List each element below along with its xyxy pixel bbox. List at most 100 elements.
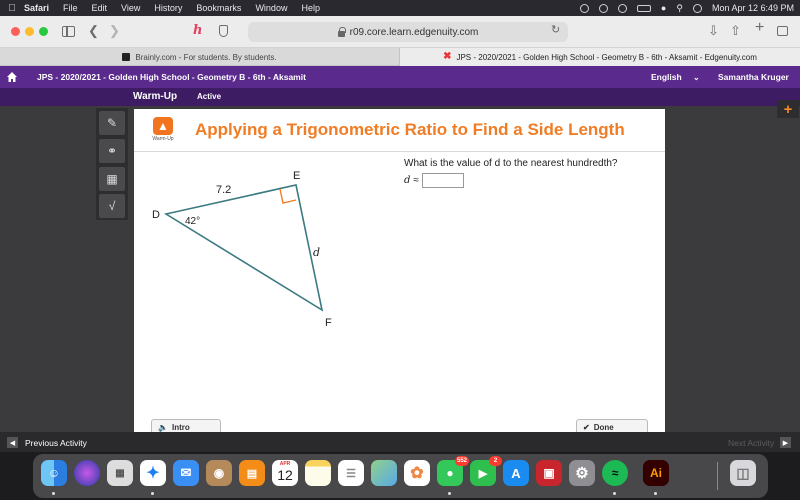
play-icon[interactable]: [598, 3, 608, 13]
menu-help[interactable]: Help: [301, 3, 320, 13]
running-indicator: [448, 492, 451, 495]
pencil-icon[interactable]: ✎: [99, 111, 125, 135]
calendar-day: 12: [277, 467, 293, 483]
dock: ☺ ▦ ✦ ✉ ◉ ▤ APR 12 ☰ ✿ ● 552 ▶ 2 A ▣ ⚙ ≈…: [33, 454, 768, 498]
url-text: r09.core.learn.edgenuity.com: [349, 26, 479, 38]
plus-icon[interactable]: +: [777, 100, 799, 118]
notes-icon[interactable]: [305, 460, 331, 486]
contacts-icon[interactable]: ◉: [206, 460, 232, 486]
menu-bar:  Safari File Edit View History Bookmark…: [0, 0, 800, 16]
intro-button[interactable]: 🔈 Intro: [151, 419, 221, 433]
messages-badge: 552: [454, 456, 469, 466]
lock-icon: [337, 26, 346, 37]
next-arrow-icon[interactable]: ▶: [780, 437, 791, 448]
tab-brainly[interactable]: Brainly.com - For students. By students.: [0, 48, 400, 66]
headphones-icon[interactable]: ⚭: [99, 139, 125, 163]
messages-icon[interactable]: ● 552: [437, 456, 469, 486]
honey-extension-icon[interactable]: h: [193, 24, 202, 38]
dock-separator: [717, 462, 718, 490]
minimize-window-button[interactable]: [25, 27, 34, 36]
calculator-icon[interactable]: ▦: [99, 167, 125, 191]
menu-view[interactable]: View: [121, 3, 140, 13]
menu-app-safari[interactable]: Safari: [24, 3, 49, 13]
flame-icon: ▲: [153, 117, 173, 135]
trash-icon[interactable]: ◫: [730, 460, 756, 486]
new-tab-icon[interactable]: +: [755, 20, 764, 36]
spotify-icon[interactable]: ≈: [602, 460, 628, 486]
status-icon[interactable]: [579, 3, 589, 13]
system-preferences-icon[interactable]: ⚙: [569, 460, 595, 486]
chevron-down-icon[interactable]: ⌄: [693, 73, 700, 82]
triangle-diagram: D E F 7.2 d 42°: [152, 170, 332, 329]
warmup-logo: ▲ Warm-Up: [152, 117, 174, 142]
speaker-icon: 🔈: [158, 423, 168, 432]
tab-title: JPS - 2020/2021 - Golden High School - G…: [456, 52, 757, 62]
running-indicator: [151, 492, 154, 495]
next-activity-link[interactable]: Next Activity: [728, 438, 774, 448]
app-store-icon[interactable]: A: [503, 460, 529, 486]
wifi-icon[interactable]: ●: [661, 3, 666, 13]
apple-icon[interactable]: : [0, 3, 24, 14]
vertex-f-label: F: [325, 317, 332, 329]
answer-row: d ≈: [404, 173, 464, 188]
books-icon[interactable]: ▤: [239, 460, 265, 486]
zoom-window-button[interactable]: [39, 27, 48, 36]
illustrator-label: Ai: [650, 466, 662, 480]
photos-icon[interactable]: ✿: [404, 460, 430, 486]
menu-edit[interactable]: Edit: [92, 3, 108, 13]
maps-icon[interactable]: [371, 460, 397, 486]
facetime-icon[interactable]: ▶ 2: [470, 456, 502, 486]
download-icon[interactable]: ⇩: [708, 24, 719, 38]
menu-history[interactable]: History: [154, 3, 182, 13]
share-icon[interactable]: ⇧: [730, 24, 741, 38]
menu-clock[interactable]: Mon Apr 12 6:49 PM: [712, 3, 794, 13]
done-button[interactable]: ✔ Done: [576, 419, 648, 433]
answer-input[interactable]: [421, 173, 464, 188]
menu-window[interactable]: Window: [255, 3, 287, 13]
course-header: JPS - 2020/2021 - Golden High School - G…: [0, 66, 800, 88]
forward-icon[interactable]: ❯: [109, 24, 120, 38]
safari-icon[interactable]: ✦: [140, 460, 166, 486]
focus-icon[interactable]: [617, 3, 627, 13]
vertex-e-label: E: [293, 170, 300, 182]
mail-icon[interactable]: ✉: [173, 460, 199, 486]
address-bar[interactable]: r09.core.learn.edgenuity.com: [248, 22, 568, 42]
edgenuity-favicon-icon: ✖: [443, 51, 452, 62]
photo-booth-icon[interactable]: ▣: [536, 460, 562, 486]
sidebar-toggle-icon[interactable]: [62, 26, 75, 37]
calendar-icon[interactable]: APR 12: [272, 460, 298, 486]
illustrator-icon[interactable]: Ai: [643, 460, 669, 486]
control-center-icon[interactable]: [692, 3, 702, 13]
reload-icon[interactable]: ↻: [551, 23, 560, 36]
home-icon[interactable]: [6, 71, 18, 83]
language-selector[interactable]: English: [651, 72, 682, 82]
previous-activity-link[interactable]: Previous Activity: [25, 438, 87, 448]
menu-bookmarks[interactable]: Bookmarks: [196, 3, 241, 13]
previous-arrow-icon[interactable]: ◀: [7, 437, 18, 448]
privacy-shield-icon[interactable]: [219, 25, 228, 37]
brainly-favicon-icon: [122, 53, 131, 61]
finder-icon[interactable]: ☺: [41, 460, 67, 486]
warmup-logo-label: Warm-Up: [152, 136, 174, 142]
activity-panel: ▲ Warm-Up Applying a Trigonometric Ratio…: [134, 109, 665, 433]
back-icon[interactable]: ❮: [88, 24, 99, 38]
search-icon[interactable]: ⚲: [676, 3, 683, 14]
answer-variable: d: [404, 175, 411, 186]
menu-file[interactable]: File: [63, 3, 78, 13]
lesson-type: Warm-Up: [133, 91, 178, 102]
user-name[interactable]: Samantha Kruger: [718, 72, 789, 82]
tab-title: Brainly.com - For students. By students.: [135, 52, 277, 62]
lesson-subheader: Warm-Up Active: [0, 88, 800, 106]
formula-icon[interactable]: √: [99, 194, 125, 218]
checkmark-icon: ✔: [583, 423, 590, 432]
tab-overview-icon[interactable]: [777, 26, 788, 36]
reminders-icon[interactable]: ☰: [338, 460, 364, 486]
close-window-button[interactable]: [11, 27, 20, 36]
launchpad-icon[interactable]: ▦: [107, 460, 133, 486]
side-ef-label: d: [313, 246, 320, 259]
siri-icon[interactable]: [74, 460, 100, 486]
tab-edgenuity[interactable]: ✖ JPS - 2020/2021 - Golden High School -…: [400, 48, 800, 66]
status-badge: Active: [197, 92, 222, 101]
battery-icon[interactable]: [636, 4, 651, 12]
course-title[interactable]: JPS - 2020/2021 - Golden High School - G…: [37, 72, 306, 82]
